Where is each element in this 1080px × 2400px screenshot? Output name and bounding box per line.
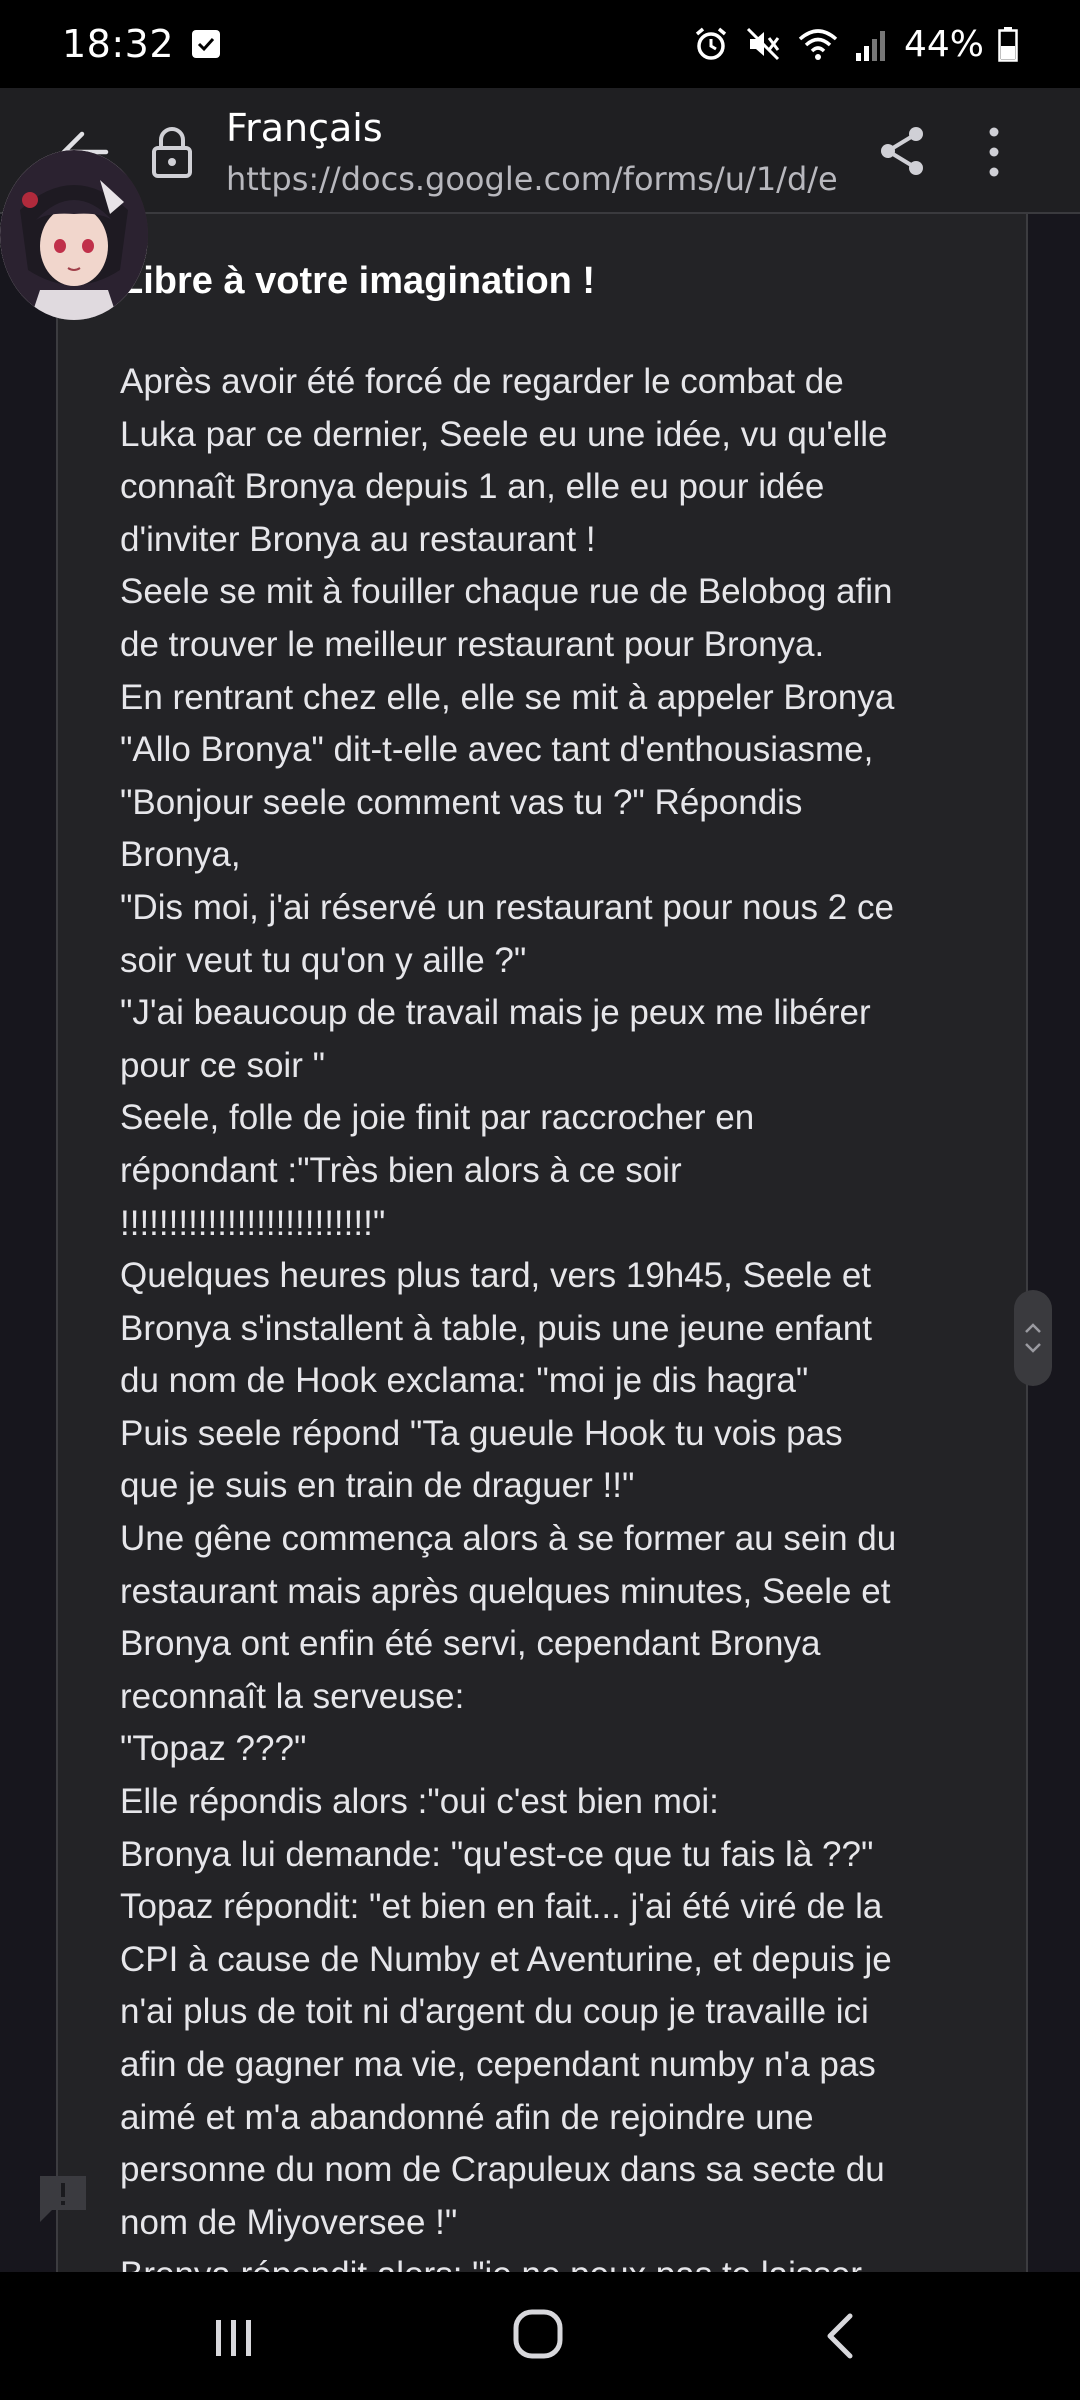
more-vert-icon[interactable] bbox=[982, 124, 1006, 180]
recent-apps-icon[interactable] bbox=[212, 2316, 256, 2360]
answer-line: "Bonjour seele comment vas tu ?" Répondi… bbox=[120, 782, 803, 822]
answer-line: afin de gagner ma vie, cependant numby n… bbox=[120, 2045, 876, 2084]
answer-line: Une gêne commença alors à se former au s… bbox=[120, 1519, 897, 1559]
fast-scroll-handle[interactable] bbox=[1014, 1290, 1052, 1386]
answer-line: Après avoir été forcé de regarder le com… bbox=[120, 362, 844, 401]
answer-text[interactable]: Après avoir été forcé de regarder le com… bbox=[120, 356, 1000, 2272]
answer-line: n'ai plus de toit ni d'argent du coup je… bbox=[120, 1992, 869, 2032]
system-navigation-bar bbox=[0, 2272, 1080, 2400]
answer-line: Luka par ce dernier, Seele eu une idée, … bbox=[120, 414, 888, 454]
answer-line: Seele se mit à fouiller chaque rue de Be… bbox=[120, 572, 893, 612]
answer-line: !!!!!!!!!!!!!!!!!!!!!!!!!!" bbox=[120, 1203, 386, 1243]
battery-percentage: 44% bbox=[903, 23, 984, 65]
signal-icon bbox=[855, 31, 885, 61]
page-title[interactable]: Français bbox=[226, 106, 383, 150]
alarm-icon bbox=[695, 27, 727, 60]
checkbox-notification-icon bbox=[192, 30, 221, 58]
chevron-up-icon bbox=[1025, 1323, 1041, 1333]
wifi-icon bbox=[798, 29, 838, 60]
answer-line: Puis seele répond "Ta gueule Hook tu voi… bbox=[120, 1413, 843, 1453]
answer-line: Bronya ont enfin été servi, cependant Br… bbox=[120, 1624, 821, 1664]
form-question-card: Libre à votre imagination ! Après avoir … bbox=[56, 214, 1028, 2272]
home-icon[interactable] bbox=[512, 2308, 564, 2360]
chevron-down-icon bbox=[1025, 1343, 1041, 1353]
answer-line: restaurant mais après quelques minutes, … bbox=[120, 1571, 891, 1611]
status-left: 18:32 bbox=[62, 22, 221, 66]
answer-line: CPI à cause de Numby et Aventurine, et d… bbox=[120, 1939, 892, 1979]
answer-line: de trouver le meilleur restaurant pour B… bbox=[120, 624, 825, 664]
answer-line: reconnaît la serveuse: bbox=[120, 1676, 465, 1716]
answer-line: "Topaz ???" bbox=[120, 1729, 307, 1769]
answer-line: soir veut tu qu'on y aille ?" bbox=[120, 940, 527, 980]
battery-icon bbox=[998, 27, 1018, 62]
answer-line: "Dis moi, j'ai réservé un restaurant pou… bbox=[120, 887, 894, 927]
status-bar: 18:32 44% bbox=[0, 0, 1080, 88]
answer-line: d'inviter Bronya au restaurant ! bbox=[120, 519, 596, 559]
answer-line: Bronya répondit alors: "je ne peux pas t… bbox=[120, 2249, 1000, 2272]
answer-line: que je suis en train de draguer !!" bbox=[120, 1466, 635, 1506]
page-url[interactable]: https://docs.google.com/forms/u/1/d/e bbox=[226, 160, 838, 198]
answer-line: Seele, folle de joie finit par raccroche… bbox=[120, 1098, 755, 1138]
browser-toolbar: Français https://docs.google.com/forms/u… bbox=[0, 88, 1080, 214]
answer-line: du nom de Hook exclama: "moi je dis hagr… bbox=[120, 1361, 809, 1401]
question-title: Libre à votre imagination ! bbox=[120, 260, 596, 302]
answer-line: "J'ai beaucoup de travail mais je peux m… bbox=[120, 993, 871, 1033]
answer-line: Quelques heures plus tard, vers 19h45, S… bbox=[120, 1256, 872, 1296]
mute-icon bbox=[746, 27, 780, 61]
answer-line: Topaz répondit: "et bien en fait... j'ai… bbox=[120, 1887, 883, 1927]
answer-line: connaît Bronya depuis 1 an, elle eu pour… bbox=[120, 467, 825, 507]
answer-line: répondant :"Très bien alors à ce soir bbox=[120, 1150, 682, 1190]
answer-line: "Allo Bronya" dit-t-elle avec tant d'ent… bbox=[120, 730, 874, 770]
answer-line: Bronya s'installent à table, puis une je… bbox=[120, 1308, 872, 1348]
floating-avatar[interactable] bbox=[0, 150, 148, 320]
web-page-content: Libre à votre imagination ! Après avoir … bbox=[0, 214, 1080, 2272]
share-icon[interactable] bbox=[878, 124, 928, 178]
answer-line: Elle répondis alors :"oui c'est bien moi… bbox=[120, 1782, 719, 1822]
answer-line: nom de Miyoversee !" bbox=[120, 2202, 458, 2242]
feedback-icon[interactable] bbox=[36, 2172, 90, 2224]
status-time: 18:32 bbox=[62, 22, 175, 66]
lock-icon[interactable] bbox=[150, 126, 194, 178]
status-right: 44% bbox=[692, 24, 1018, 65]
answer-line: personne du nom de Crapuleux dans sa sec… bbox=[120, 2150, 885, 2190]
back-icon[interactable] bbox=[824, 2312, 854, 2360]
answer-line: Bronya, bbox=[120, 835, 241, 875]
avatar-portrait-icon bbox=[0, 150, 148, 320]
answer-line: Bronya lui demande: "qu'est-ce que tu fa… bbox=[120, 1834, 874, 1874]
answer-line: pour ce soir " bbox=[120, 1045, 326, 1085]
answer-line: En rentrant chez elle, elle se mit à app… bbox=[120, 677, 895, 717]
answer-line: aimé et m'a abandonné afin de rejoindre … bbox=[120, 2097, 814, 2137]
